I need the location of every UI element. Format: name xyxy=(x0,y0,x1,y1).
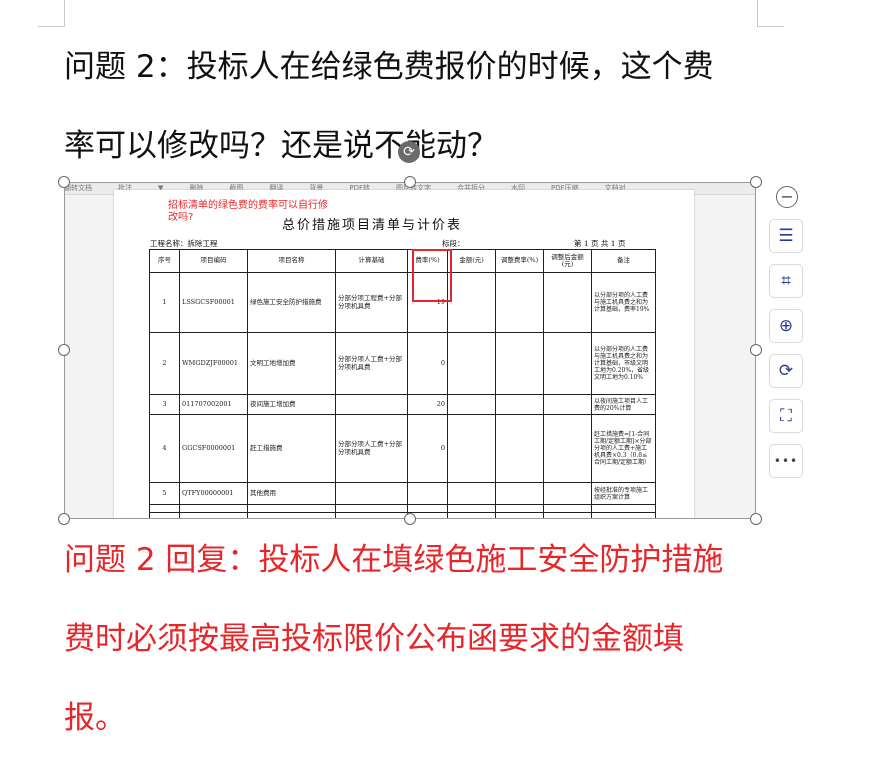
cell-note: 以分部分项的人工费与施工机具费之和为计算基础，费率19% xyxy=(591,272,656,333)
table-row: 5 QTFY00000001 其他费用 按经批准的专项施工组织方案计算 xyxy=(149,482,656,505)
cell-code: LSSGCSF00001 xyxy=(179,272,248,333)
answer-paragraph: 问题 2 回复：投标人在填绿色施工安全防护措施 费时必须按最高投标限价公布函要求… xyxy=(64,521,723,758)
cell-adj-amount xyxy=(543,394,592,415)
table-header: 项目编码 xyxy=(179,249,248,273)
cell-amount xyxy=(447,394,496,415)
cell-adj-rate xyxy=(495,414,544,483)
resize-handle-bottom-right[interactable] xyxy=(750,513,762,525)
cell-adj-amount xyxy=(543,332,592,395)
table-row: 3 011707002001 夜间施工增加费 20 以夜间施工项目人工费的20%… xyxy=(149,394,656,415)
rotate-handle-icon[interactable]: ⟳ xyxy=(398,141,420,163)
more-icon[interactable]: ••• xyxy=(769,444,803,478)
cell-name: 绿色施工安全防护措施费 xyxy=(247,272,336,333)
cell-name: 其他费用 xyxy=(247,482,336,505)
table-row: 2 WMGDZJF00001 文明工地增加费 分部分项人工费+分部分项机具费 0… xyxy=(149,332,656,395)
cost-table: 序号 项目编码 项目名称 计算基础 费率(%) 金额(元) 调整费率(%) 调整… xyxy=(149,249,656,519)
cell-code: GGCSF0000001 xyxy=(179,414,248,483)
cell-note: 以夜间施工项目人工费的20%计算 xyxy=(591,394,656,415)
cell-base: 分部分项工程费+分部分项机具费 xyxy=(335,272,408,333)
cell-base xyxy=(335,394,408,415)
cell-code: 011707002001 xyxy=(179,394,248,415)
cell-adj-amount xyxy=(543,272,592,333)
resize-handle-top-right[interactable] xyxy=(750,176,762,188)
cell-rate: 20 xyxy=(407,394,448,415)
cell-adj-rate xyxy=(495,394,544,415)
table-title: 总价措施项目清单与计价表 xyxy=(282,218,463,233)
cell-note: 以分部分项的人工费与施工机具费之和为计算基础，市级文明工地为0.20%，省级文明… xyxy=(591,332,656,395)
resize-handle-left[interactable] xyxy=(58,344,70,356)
page-corner-mark-right xyxy=(757,0,784,27)
section-label: 标段： xyxy=(442,239,465,248)
table-header-row: 序号 项目编码 项目名称 计算基础 费率(%) 金额(元) 调整费率(%) 调整… xyxy=(149,249,656,273)
cell-name: 赶工措施费 xyxy=(247,414,336,483)
extract-text-icon[interactable]: ⛶ xyxy=(769,399,803,433)
wrap-text-icon[interactable]: ☰ xyxy=(769,219,803,253)
resize-handle-top-left[interactable] xyxy=(58,176,70,188)
page-corner-mark-left xyxy=(38,0,65,27)
cell-adj-amount xyxy=(543,482,592,505)
cell-amount xyxy=(447,332,496,395)
answer-line: 问题 2 回复：投标人在填绿色施工安全防护措施 xyxy=(64,542,724,578)
cell-no: 5 xyxy=(149,482,180,505)
cell-adj-rate xyxy=(495,272,544,333)
cell-name: 夜间施工增加费 xyxy=(247,394,336,415)
crop-icon[interactable]: ⌗ xyxy=(769,264,803,298)
cell-no: 3 xyxy=(149,394,180,415)
question-line: 率可以修改吗？还是说不能动？ xyxy=(64,128,498,164)
project-name: 工程名称：拆除工程 xyxy=(150,239,218,248)
cell-note: 按经批准的专项施工组织方案计算 xyxy=(591,482,656,505)
cell-note: 赶工措施费=[1-合同工期/定额工期]×分部分项的人工费+施工机具费×0.3（0… xyxy=(591,414,656,483)
cell-rate xyxy=(407,482,448,505)
cell-base xyxy=(335,482,408,505)
table-row-empty xyxy=(149,504,656,513)
embedded-screenshot-image[interactable]: 翻转文档 批注 ▼ 删除 截图 翻译 背景 PDF转 图片转文字 合并拆分 水印 PDF压缩 文档对 招… xyxy=(64,182,756,519)
cell-base: 分部分项人工费+分部分项机具费 xyxy=(335,414,408,483)
page-label: 第 1 页 共 1 页 xyxy=(574,239,626,248)
table-row: 4 GGCSF0000001 赶工措施费 分部分项人工费+分部分项机具费 0 赶… xyxy=(149,414,656,483)
cell-no: 2 xyxy=(149,332,180,395)
table-header: 调整后金额(元) xyxy=(543,249,592,273)
cell-base: 分部分项人工费+分部分项机具费 xyxy=(335,332,408,395)
rate-highlight-box xyxy=(412,249,452,302)
question-line: 问题 2：投标人在给绿色费报价的时候，这个费 xyxy=(64,49,714,85)
table-header: 备注 xyxy=(591,249,656,273)
table-header: 序号 xyxy=(149,249,180,273)
cell-amount xyxy=(447,482,496,505)
cell-no: 4 xyxy=(149,414,180,483)
table-row-empty xyxy=(149,512,656,519)
zoom-in-icon[interactable]: ⊕ xyxy=(769,309,803,343)
table-header: 项目名称 xyxy=(247,249,336,273)
cell-rate: 0 xyxy=(407,414,448,483)
cell-code: WMGDZJF00001 xyxy=(179,332,248,395)
question-paragraph: 问题 2：投标人在给绿色费报价的时候，这个费 率可以修改吗？还是说不能动？ xyxy=(64,28,714,186)
resize-handle-top[interactable] xyxy=(404,176,416,188)
table-header: 金额(元) xyxy=(447,249,496,273)
cell-no: 1 xyxy=(149,272,180,333)
cell-code: QTFY00000001 xyxy=(179,482,248,505)
answer-line: 费时必须按最高投标限价公布函要求的金额填 xyxy=(64,621,684,657)
cell-adj-amount xyxy=(543,414,592,483)
cell-name: 文明工地增加费 xyxy=(247,332,336,395)
resize-handle-right[interactable] xyxy=(750,344,762,356)
rotate-icon[interactable]: ⟳ xyxy=(769,354,803,388)
cell-amount xyxy=(447,414,496,483)
answer-line: 报。 xyxy=(64,700,126,736)
table-row: 1 LSSGCSF00001 绿色施工安全防护措施费 分部分项工程费+分部分项机… xyxy=(149,272,656,333)
minus-icon[interactable]: − xyxy=(776,186,798,208)
cell-adj-rate xyxy=(495,482,544,505)
cell-amount xyxy=(447,272,496,333)
table-header: 计算基础 xyxy=(335,249,408,273)
table-header: 调整费率(%) xyxy=(495,249,544,273)
cell-adj-rate xyxy=(495,332,544,395)
pdf-page: 招标清单的绿色费的费率可以自行修 改吗? 总价措施项目清单与计价表 工程名称：拆… xyxy=(114,190,694,519)
cell-rate: 0 xyxy=(407,332,448,395)
